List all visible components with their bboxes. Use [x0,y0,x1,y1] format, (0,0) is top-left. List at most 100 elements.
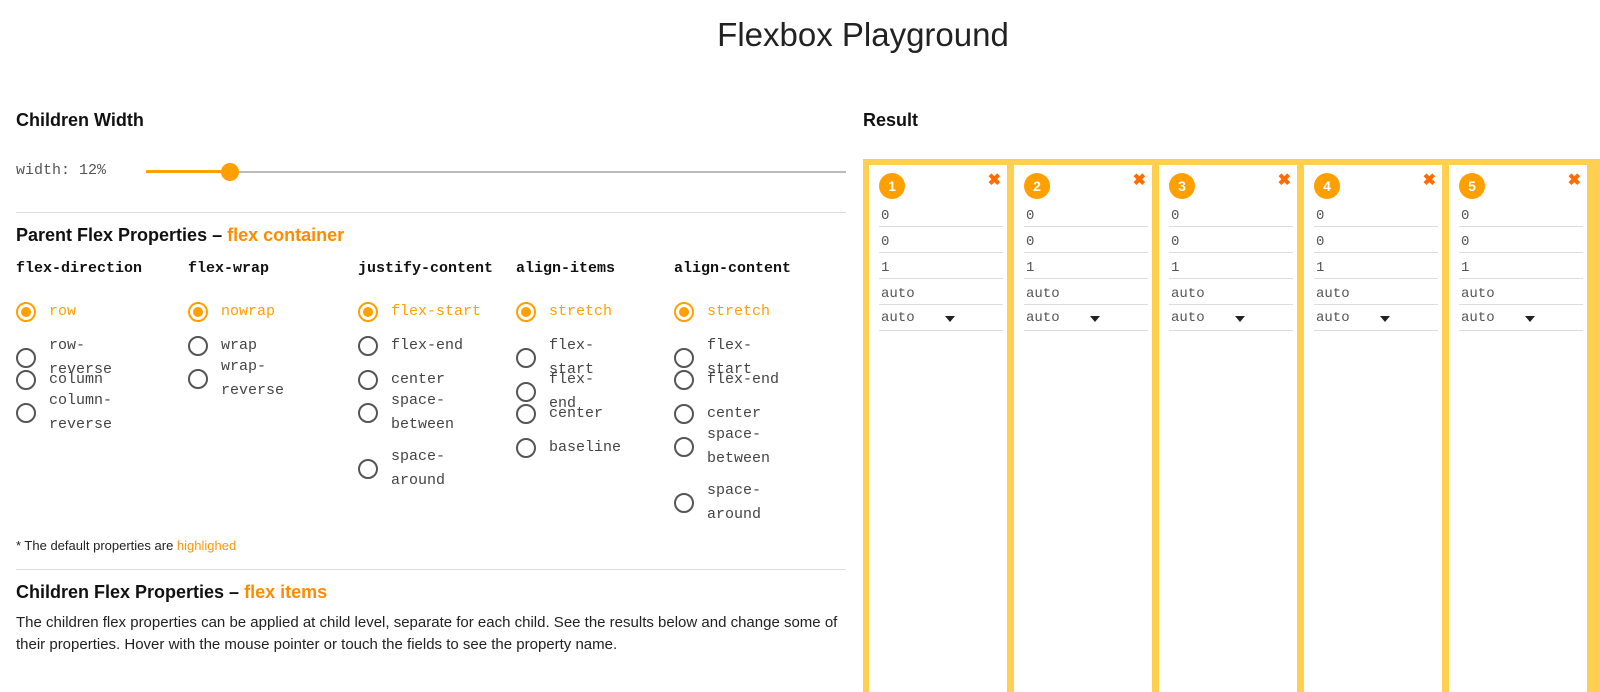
slider-track [146,171,846,173]
align-self-select[interactable]: auto [1459,309,1583,331]
flex-grow-field[interactable]: 1 [1314,259,1438,279]
radio-option-align-content[interactable]: stretch [674,300,770,324]
flex-item: 4 ✖ 0 0 1 auto auto [1304,165,1442,692]
prop-group-align-content: align-content stretch flex-start flex-end ce… [674,260,791,523]
prop-group-heading: flex-direction [16,260,143,277]
radio-unchecked-icon[interactable] [16,370,36,390]
chevron-down-icon [945,316,955,322]
radio-checked-icon[interactable] [358,302,378,322]
close-icon[interactable]: ✖ [1568,170,1581,190]
flex-shrink-field[interactable]: 0 [1314,233,1438,253]
prop-group-align-items: align-items stretch flex-start flex-end cent… [516,260,621,458]
close-icon[interactable]: ✖ [1423,170,1436,190]
radio-option-justify-content[interactable]: flex-start [358,300,481,324]
align-self-select[interactable]: auto [1314,309,1438,331]
radio-option-label: stretch [707,303,771,320]
width-slider[interactable] [146,162,846,182]
order-field[interactable]: 0 [879,207,1003,227]
item-number-badge: 3 [1169,173,1195,199]
radio-unchecked-icon[interactable] [16,348,36,368]
flex-basis-field[interactable]: auto [1169,285,1293,305]
align-self-value: auto [881,310,915,326]
radio-unchecked-icon[interactable] [188,369,208,389]
flex-grow-field[interactable]: 1 [1024,259,1148,279]
parent-heading-accent: flex container [227,225,345,245]
radio-unchecked-icon[interactable] [358,336,378,356]
item-number-badge: 4 [1314,173,1340,199]
radio-option-flex-direction[interactable]: column- reverse [16,389,112,437]
page-title: Flexbox Playground [717,16,1009,53]
radio-option-justify-content[interactable]: space- between [358,389,454,437]
radio-unchecked-icon[interactable] [188,336,208,356]
order-field[interactable]: 0 [1169,207,1293,227]
radio-checked-icon[interactable] [674,302,694,322]
flex-shrink-field[interactable]: 0 [1169,233,1293,253]
radio-unchecked-icon[interactable] [358,459,378,479]
flex-shrink-field[interactable]: 0 [1024,233,1148,253]
children-flex-heading: Children Flex Properties – flex items [16,582,327,603]
radio-option-label: stretch [549,303,613,320]
radio-option-justify-content[interactable]: flex-end [358,334,463,358]
radio-unchecked-icon[interactable] [358,403,378,423]
align-self-select[interactable]: auto [1169,309,1293,331]
radio-option-label: column- reverse [49,392,113,433]
flex-grow-field[interactable]: 1 [1169,259,1293,279]
radio-option-flex-wrap[interactable]: wrap- reverse [188,355,284,403]
flex-grow-field[interactable]: 1 [879,259,1003,279]
align-self-select[interactable]: auto [1024,309,1148,331]
order-field[interactable]: 0 [1024,207,1148,227]
radio-unchecked-icon[interactable] [674,437,694,457]
flex-basis-field[interactable]: auto [879,285,1003,305]
flex-item: 2 ✖ 0 0 1 auto auto [1014,165,1152,692]
radio-unchecked-icon[interactable] [674,348,694,368]
radio-unchecked-icon[interactable] [674,493,694,513]
radio-checked-icon[interactable] [188,302,208,322]
radio-option-label: flex-end [707,371,780,388]
prop-group-heading: flex-wrap [188,260,270,277]
flex-shrink-field[interactable]: 0 [1459,233,1583,253]
flex-basis-field[interactable]: auto [1314,285,1438,305]
radio-option-flex-direction[interactable]: row [16,300,76,324]
radio-option-flex-wrap[interactable]: nowrap [188,300,275,324]
close-icon[interactable]: ✖ [1278,170,1291,190]
close-icon[interactable]: ✖ [988,170,1001,190]
radio-unchecked-icon[interactable] [674,404,694,424]
radio-option-justify-content[interactable]: space- around [358,445,445,493]
radio-checked-icon[interactable] [516,302,536,322]
radio-checked-icon[interactable] [16,302,36,322]
close-icon[interactable]: ✖ [1133,170,1146,190]
align-self-select[interactable]: auto [879,309,1003,331]
flex-shrink-field[interactable]: 0 [879,233,1003,253]
radio-option-label: center [549,405,604,422]
children-width-heading: Children Width [16,110,144,130]
radio-unchecked-icon[interactable] [516,404,536,424]
radio-option-align-items[interactable]: baseline [516,436,621,460]
flex-basis-field[interactable]: auto [1459,285,1583,305]
radio-option-align-content[interactable]: flex-end [674,368,779,392]
radio-unchecked-icon[interactable] [516,438,536,458]
order-field[interactable]: 0 [1314,207,1438,227]
align-self-value: auto [1171,310,1205,326]
children-description: The children flex properties can be appl… [16,614,838,653]
chevron-down-icon [1380,316,1390,322]
radio-unchecked-icon[interactable] [16,403,36,423]
radio-unchecked-icon[interactable] [516,382,536,402]
radio-option-label: baseline [549,439,622,456]
radio-option-label: flex-start [391,303,482,320]
radio-unchecked-icon[interactable] [674,370,694,390]
radio-option-align-content[interactable]: space- around [674,479,761,527]
chevron-down-icon [1090,316,1100,322]
flex-grow-field[interactable]: 1 [1459,259,1583,279]
radio-option-label: nowrap [221,303,276,320]
radio-unchecked-icon[interactable] [516,348,536,368]
item-number-badge: 2 [1024,173,1050,199]
flex-basis-field[interactable]: auto [1024,285,1148,305]
radio-unchecked-icon[interactable] [358,370,378,390]
order-field[interactable]: 0 [1459,207,1583,227]
slider-thumb[interactable] [221,163,239,181]
note-accent: highlighed [176,538,237,553]
radio-option-align-items[interactable]: center [516,402,603,426]
divider [16,212,846,213]
radio-option-align-items[interactable]: stretch [516,300,612,324]
radio-option-align-content[interactable]: space- between [674,423,770,471]
